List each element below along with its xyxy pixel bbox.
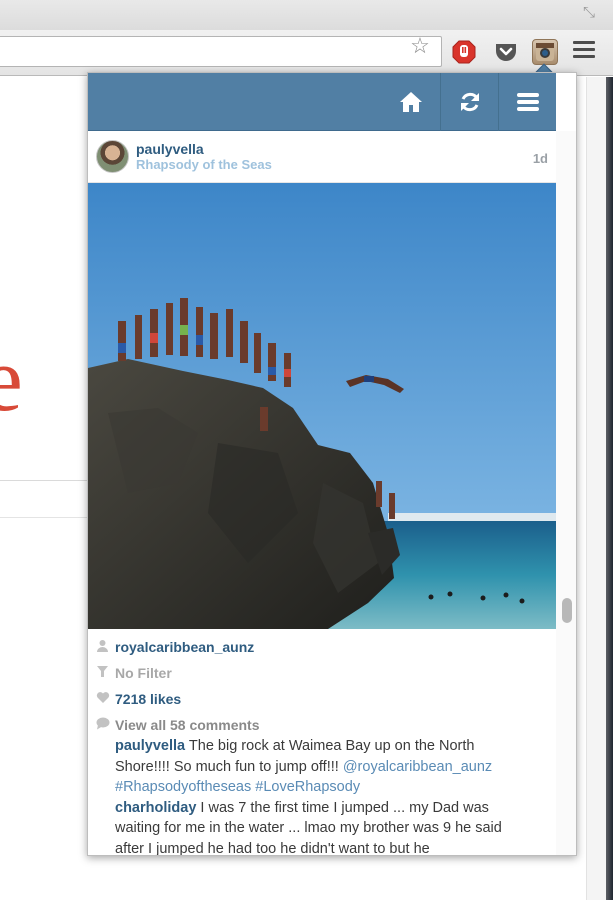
likes-count[interactable]: 7218 likes <box>115 691 181 707</box>
tagged-user[interactable]: royalcaribbean_aunz <box>115 639 254 655</box>
feed[interactable]: paulyvella Rhapsody of the Seas 1d royal… <box>88 131 556 855</box>
refresh-button[interactable] <box>440 73 498 131</box>
cliff-jump-photo <box>88 183 556 629</box>
post-header: paulyvella Rhapsody of the Seas 1d <box>88 131 556 183</box>
post-location[interactable]: Rhapsody of the Seas <box>136 157 272 172</box>
post-photo[interactable] <box>88 183 556 629</box>
comment: charholiday I was 7 the first time I jum… <box>115 798 527 855</box>
window-titlebar: ⤡ <box>0 0 613 30</box>
home-icon <box>400 92 422 112</box>
comment-hashtags[interactable]: #Rhapsodyoftheseas #LoveRhapsody <box>115 779 360 795</box>
comment-username[interactable]: charholiday <box>115 800 196 816</box>
comments-list: paulyvella The big rock at Waimea Bay up… <box>115 736 527 855</box>
comment-username[interactable]: paulyvella <box>115 738 185 754</box>
menu-icon <box>516 93 539 111</box>
ublock-icon[interactable] <box>451 39 477 65</box>
instagram-popup: paulyvella Rhapsody of the Seas 1d royal… <box>87 72 577 856</box>
background-page-letter: e <box>0 328 23 430</box>
chrome-menu-icon[interactable] <box>573 41 595 61</box>
comment-icon <box>96 717 110 733</box>
address-bar[interactable] <box>0 36 442 67</box>
window-edge <box>606 77 613 900</box>
likes-row[interactable]: 7218 likes <box>96 691 181 707</box>
comment-mention[interactable]: @royalcaribbean_aunz <box>343 759 492 775</box>
refresh-icon <box>460 92 479 112</box>
background-divider <box>0 517 90 518</box>
page-scrollbar[interactable] <box>586 77 606 900</box>
view-all-comments[interactable]: View all 58 comments <box>96 717 259 733</box>
popup-nav-bar <box>88 73 556 131</box>
menu-button[interactable] <box>498 73 556 131</box>
resize-icon[interactable]: ⤡ <box>581 5 597 21</box>
feed-scrollbar[interactable] <box>556 131 576 855</box>
feed-scrollbar-thumb[interactable] <box>562 598 572 623</box>
post-username[interactable]: paulyvella <box>136 141 204 157</box>
filter-name: No Filter <box>115 665 172 681</box>
heart-icon[interactable] <box>96 691 110 707</box>
tagged-user-row[interactable]: royalcaribbean_aunz <box>96 639 254 655</box>
post-timestamp: 1d <box>532 151 548 166</box>
filter-row: No Filter <box>96 665 172 681</box>
comment: paulyvella The big rock at Waimea Bay up… <box>115 736 527 798</box>
star-icon[interactable]: ☆ <box>408 35 432 57</box>
filter-icon <box>96 665 110 681</box>
pocket-icon[interactable] <box>493 39 519 65</box>
home-button[interactable] <box>382 73 440 131</box>
browser-toolbar: ☆ <box>0 30 613 76</box>
view-all-comments-label[interactable]: View all 58 comments <box>115 717 259 733</box>
background-divider <box>0 480 90 481</box>
instagram-extension-icon[interactable] <box>532 39 558 65</box>
person-icon <box>96 639 110 655</box>
avatar[interactable] <box>96 140 129 173</box>
